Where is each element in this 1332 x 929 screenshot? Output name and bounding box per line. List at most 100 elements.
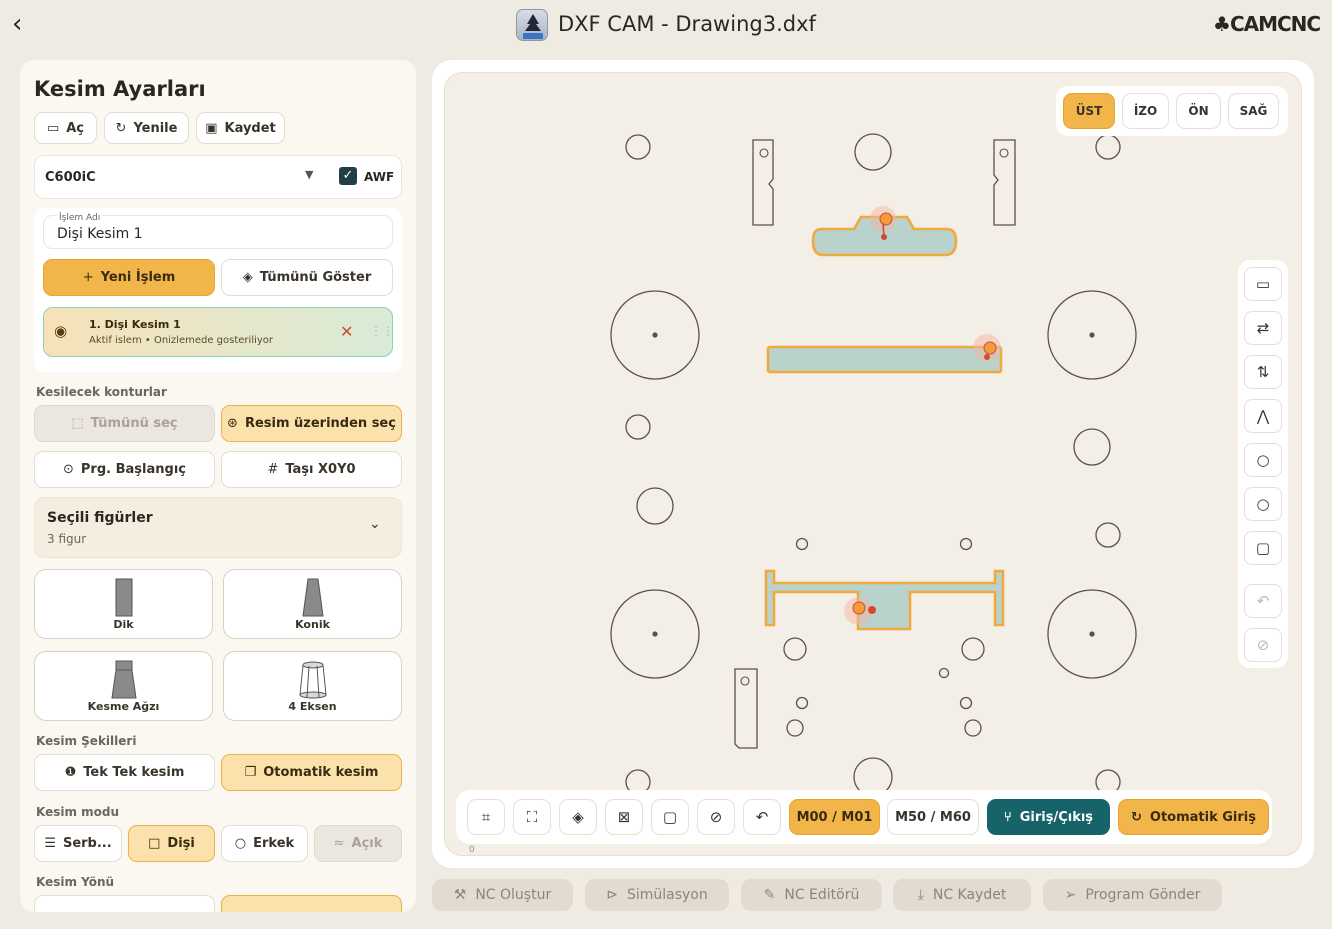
selected-figures-accordion[interactable]: Seçili figürler 3 figur ⌄ <box>34 497 402 558</box>
new-operation-button[interactable]: + Yeni İşlem <box>43 259 215 296</box>
conical-shape-icon <box>301 578 324 617</box>
select-all-icon: ⬚ <box>71 416 84 431</box>
cut-mode-female-button[interactable]: □ Dişi <box>128 825 215 862</box>
cut-mode-male-button[interactable]: ○ Erkek <box>221 825 308 862</box>
circle-icon: ○ <box>234 836 247 851</box>
tree-icon: ♣ <box>1213 12 1231 36</box>
chevron-left-icon: ‹ <box>12 9 23 39</box>
fit-view-icon[interactable]: ⌗ <box>467 799 505 835</box>
circle-tool-2-icon[interactable]: ○ <box>1244 487 1282 521</box>
nc-create-button[interactable]: ⚒ NC Oluştur <box>432 879 573 911</box>
sliders-icon: ☰ <box>44 836 56 851</box>
copy-icon: ❐ <box>244 765 257 780</box>
cut-mode-open-button[interactable]: ≈ Açık <box>314 825 402 862</box>
direction-counter-button[interactable] <box>221 895 402 912</box>
circle-tool-icon[interactable]: ○ <box>1244 443 1282 477</box>
entry-exit-button[interactable]: ⑂ Giriş/Çıkış <box>987 799 1110 835</box>
program-start-button[interactable]: ⊙ Prg. Başlangıç <box>34 451 215 488</box>
remove-shape-icon[interactable]: ▢ <box>651 799 689 835</box>
operation-name-input[interactable]: İşlem Adı Dişi Kesim 1 <box>43 213 393 249</box>
m00-m01-button[interactable]: M00 / M01 <box>789 799 880 835</box>
hole <box>625 414 651 440</box>
send-icon: ➢ <box>1064 887 1077 903</box>
shape-nozzle-card[interactable]: Kesme Ağzı <box>34 651 213 721</box>
machine-row: C600iC ▼ ✓ AWF <box>34 155 402 199</box>
brand-logo: ♣CAMCNC <box>1213 12 1321 36</box>
select-from-image-button[interactable]: ⊛ Resim üzerinden seç <box>221 405 402 442</box>
view-right-button[interactable]: SAĞ <box>1228 93 1279 129</box>
fullscreen-icon[interactable]: ⛶ <box>513 799 551 835</box>
open-path-icon: ≈ <box>333 836 345 851</box>
hole <box>636 487 674 525</box>
program-send-button[interactable]: ➢ Program Gönder <box>1043 879 1222 911</box>
edit-icon: ✎ <box>763 887 776 903</box>
auto-entry-button[interactable]: ↻ Otomatik Giriş <box>1118 799 1269 835</box>
shape-4axis-card[interactable]: 4 Eksen <box>223 651 402 721</box>
awf-checkbox[interactable]: ✓ <box>339 167 357 185</box>
hole <box>1095 522 1121 548</box>
shape-conical-card[interactable]: Konik <box>223 569 402 639</box>
hole <box>1095 134 1121 160</box>
nc-save-button[interactable]: ⤓ NC Kaydet <box>893 879 1031 911</box>
hole <box>959 696 973 710</box>
cut-shapes-label: Kesim Şekilleri <box>36 734 137 748</box>
hole <box>786 719 804 737</box>
refresh-icon: ↻ <box>1131 809 1142 825</box>
direction-clockwise-button[interactable] <box>34 895 215 912</box>
save-button[interactable]: ▣ Kaydet <box>196 112 285 144</box>
machine-select[interactable]: C600iC <box>45 170 96 185</box>
simulation-button[interactable]: ⊳ Simülasyon <box>585 879 729 911</box>
back-button[interactable]: ‹ <box>12 10 40 40</box>
move-origin-button[interactable]: # Taşı X0Y0 <box>221 451 402 488</box>
undo-icon[interactable]: ↶ <box>743 799 781 835</box>
nozzle-shape-icon <box>110 660 137 699</box>
active-operation-item[interactable]: ◉ 1. Dişi Kesim 1 Aktif islem • Onizleme… <box>43 307 394 357</box>
ruler-icon[interactable]: ▭ <box>1244 267 1282 301</box>
hole <box>938 667 950 679</box>
refresh-icon: ↻ <box>115 120 127 136</box>
branch-icon: ⑂ <box>1003 809 1012 825</box>
window-title: DXF CAM - Drawing3.dxf <box>558 12 816 36</box>
view-top-button[interactable]: ÜST <box>1063 93 1115 129</box>
hole <box>795 537 809 551</box>
comment-icon[interactable]: ▢ <box>1244 531 1282 565</box>
swap-vertical-icon[interactable]: ⇅ <box>1244 355 1282 389</box>
swap-horizontal-icon[interactable]: ⇄ <box>1244 311 1282 345</box>
hole <box>795 696 809 710</box>
axis-origin-label: 0 <box>469 845 475 855</box>
undo-icon[interactable]: ↶ <box>1244 584 1282 618</box>
cut-mode-free-button[interactable]: ☰ Serb... <box>34 825 122 862</box>
app-icon <box>516 9 548 41</box>
nc-editor-button[interactable]: ✎ NC Editörü <box>741 879 882 911</box>
right-toolbar: ▭ ⇄ ⇅ ⋀ ○ ○ ▢ ↶ ⊘ <box>1238 260 1288 668</box>
chevron-down-icon[interactable]: ▼ <box>305 168 313 181</box>
drawing-canvas[interactable]: 0 <box>444 72 1302 856</box>
auto-cut-button[interactable]: ❐ Otomatik kesim <box>221 754 402 791</box>
m50-m60-button[interactable]: M50 / M60 <box>887 799 979 835</box>
open-button[interactable]: ▭ Aç <box>34 112 97 144</box>
view-front-button[interactable]: ÖN <box>1176 93 1221 129</box>
close-icon[interactable]: ✕ <box>340 322 353 341</box>
hole <box>961 637 985 661</box>
contours-label: Kesilecek konturlar <box>36 385 167 399</box>
layers-off-icon[interactable]: ⊘ <box>1244 628 1282 662</box>
vertical-shape-icon <box>115 578 132 617</box>
view-iso-button[interactable]: İZO <box>1122 93 1169 129</box>
single-cut-button[interactable]: ❶ Tek Tek kesim <box>34 754 215 791</box>
bottom-toolbar: ⌗ ⛶ ◈ ⊠ ▢ ⊘ ↶ M00 / M01 M50 / M60 ⑂ Giriş… <box>456 790 1272 844</box>
chevron-down-icon: ⌄ <box>369 516 381 532</box>
compass-icon[interactable]: ⋀ <box>1244 399 1282 433</box>
cut-direction-label: Kesim Yönü <box>36 875 115 889</box>
shape-vertical-card[interactable]: Dik <box>34 569 213 639</box>
select-all-button[interactable]: ⬚ Tümünü seç <box>34 405 215 442</box>
clear-selection-icon[interactable]: ⊠ <box>605 799 643 835</box>
refresh-button[interactable]: ↻ Yenile <box>104 112 189 144</box>
target-icon: ⊙ <box>63 462 74 477</box>
layers-icon[interactable]: ◈ <box>559 799 597 835</box>
eye-icon[interactable]: ◉ <box>54 322 76 342</box>
hide-icon[interactable]: ⊘ <box>697 799 735 835</box>
hole <box>854 133 892 171</box>
top-bar: ‹ DXF CAM - Drawing3.dxf ♣CAMCNC <box>0 0 1332 52</box>
show-all-button[interactable]: ◈ Tümünü Göster <box>221 259 393 296</box>
drag-handle-icon[interactable]: ⋮⋮ <box>370 324 394 338</box>
